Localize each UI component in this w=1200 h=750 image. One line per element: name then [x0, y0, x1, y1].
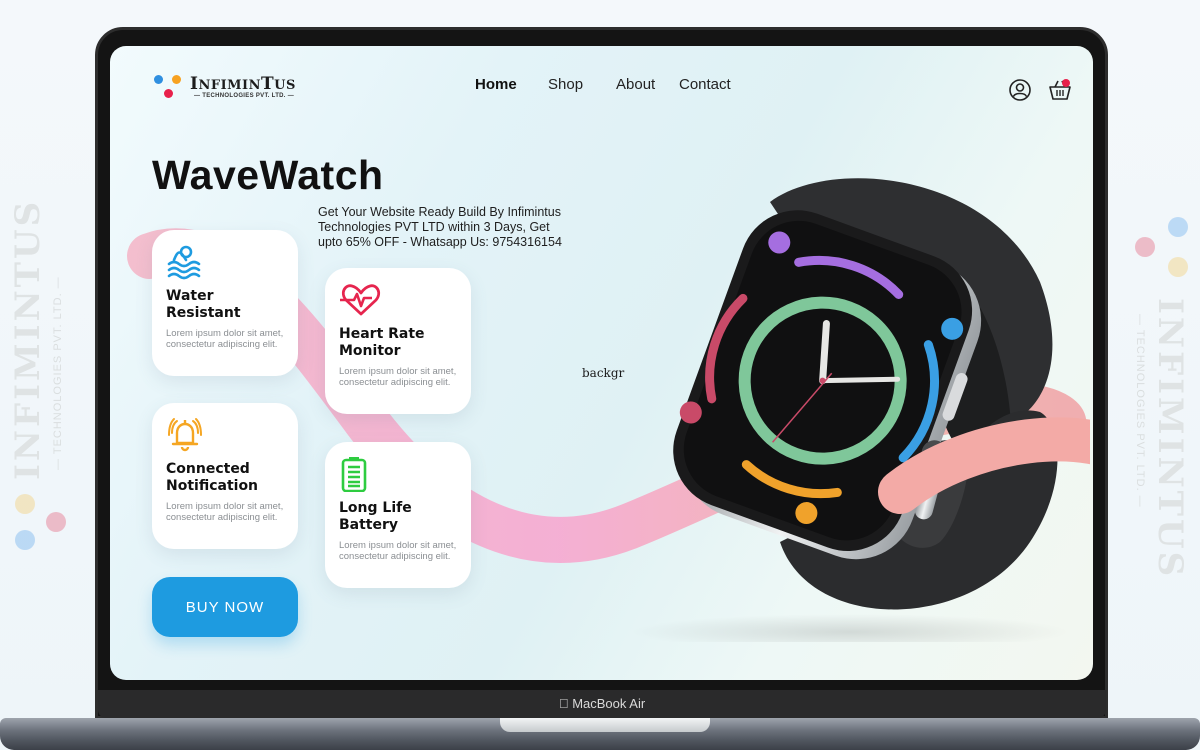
logo-wordmark: INFIMINTUS: [190, 74, 296, 94]
cart-badge: [1062, 79, 1070, 87]
logo-dot-blue: [154, 75, 163, 84]
bell-ringing-icon: [168, 418, 202, 452]
watermark-dot: [1135, 237, 1155, 257]
feature-card-water: Water Resistant Lorem ipsum dolor sit am…: [152, 230, 298, 376]
battery-full-icon: [341, 457, 367, 492]
watch-shadow: [630, 614, 1070, 642]
heart-rate-icon: [340, 284, 380, 316]
water-wave-icon: [167, 245, 201, 280]
watermark-right-brand: INFIMINTUS: [1150, 298, 1190, 580]
logo-tagline: — TECHNOLOGIES PVT. LTD. —: [194, 93, 295, 99]
feature-title: Water Resistant: [166, 288, 241, 321]
logo-dot-orange: [172, 75, 181, 84]
nav-contact[interactable]: Contact: [679, 76, 731, 93]
watermark-left-tagline: — TECHNOLOGIES PVT. LTD. —: [52, 276, 64, 470]
watermark-dot: [15, 494, 35, 514]
feature-title: Long Life Battery: [339, 500, 412, 533]
buy-now-button[interactable]: BUY NOW: [152, 577, 298, 637]
feature-card-notification: Connected Notification Lorem ipsum dolor…: [152, 403, 298, 549]
watermark-dot: [46, 512, 66, 532]
nav-home[interactable]: Home: [475, 76, 517, 93]
website-screen: INFIMINTUS — TECHNOLOGIES PVT. LTD. — Ho…: [110, 46, 1093, 680]
feature-desc: Lorem ipsum dolor sit amet, consectetur …: [166, 328, 284, 350]
feature-desc: Lorem ipsum dolor sit amet, consectetur …: [339, 366, 457, 388]
user-circle-icon[interactable]: [1008, 78, 1032, 102]
watermark-right-tagline: — TECHNOLOGIES PVT. LTD. —: [1134, 314, 1146, 508]
promo-text: Get Your Website Ready Build By Infimint…: [318, 205, 562, 249]
laptop-notch: [500, 718, 710, 732]
feature-title: Heart Rate Monitor: [339, 326, 425, 359]
nav-about[interactable]: About: [616, 76, 655, 93]
watermark-dot: [1168, 217, 1188, 237]
watermark-dot: [1168, 257, 1188, 277]
apple-icon: : [559, 696, 569, 711]
feature-title: Connected Notification: [166, 461, 259, 494]
logo-dot-red: [164, 89, 173, 98]
feature-desc: Lorem ipsum dolor sit amet, consectetur …: [166, 501, 284, 523]
watermark-left-brand: INFIMINTUS: [8, 198, 48, 480]
watermark-dot: [15, 530, 35, 550]
brand-logo[interactable]: INFIMINTUS — TECHNOLOGIES PVT. LTD. —: [152, 72, 322, 102]
device-label:  MacBook Air: [98, 696, 1106, 711]
feature-desc: Lorem ipsum dolor sit amet, consectetur …: [339, 540, 457, 562]
nav-shop[interactable]: Shop: [548, 76, 583, 93]
hero-title: WaveWatch: [152, 152, 384, 198]
smartwatch-image: [630, 178, 1090, 642]
feature-card-heart-rate: Heart Rate Monitor Lorem ipsum dolor sit…: [325, 268, 471, 414]
stray-text: backgr: [582, 366, 625, 380]
feature-card-battery: Long Life Battery Lorem ipsum dolor sit …: [325, 442, 471, 588]
laptop-chin:  MacBook Air: [98, 690, 1106, 718]
